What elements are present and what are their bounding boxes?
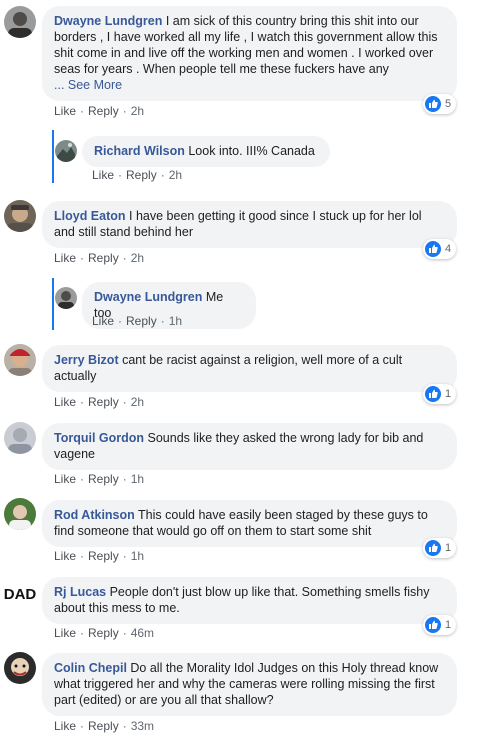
comment-text: Look into. III% Canada (188, 144, 315, 158)
comment-author[interactable]: Jerry Bizot (54, 353, 119, 367)
reply-thread-line (52, 278, 54, 330)
comment-time[interactable]: 46m (131, 626, 154, 640)
comment-author[interactable]: Colin Chepil (54, 661, 127, 675)
comment-author[interactable]: Rod Atkinson (54, 508, 135, 522)
comment-actions: Like · Reply · 1h (54, 549, 145, 563)
avatar[interactable] (55, 140, 77, 162)
reaction-number: 1 (445, 542, 452, 554)
see-more-link[interactable]: ... See More (54, 78, 122, 92)
avatar[interactable] (4, 652, 36, 684)
comment-author[interactable]: Dwayne Lundgren (54, 14, 162, 28)
like-link[interactable]: Like (54, 395, 76, 409)
comment-author[interactable]: Dwayne Lundgren (94, 290, 202, 304)
like-link[interactable]: Like (54, 251, 76, 265)
like-link[interactable]: Like (54, 104, 76, 118)
comment-actions: Like · Reply · 2h (54, 395, 145, 409)
comment-bubble: Rod Atkinson This could have easily been… (42, 500, 457, 547)
avatar[interactable] (4, 498, 36, 530)
thumbs-up-icon (425, 241, 441, 257)
comment-author[interactable]: Richard Wilson (94, 144, 185, 158)
reaction-count[interactable]: 1 (423, 615, 457, 635)
like-link[interactable]: Like (92, 168, 114, 182)
thumbs-up-icon (425, 96, 441, 112)
comment-actions: Like · Reply · 2h (92, 168, 183, 182)
comment-bubble: Dwayne Lundgren I am sick of this countr… (42, 6, 457, 101)
comment-author[interactable]: Rj Lucas (54, 585, 106, 599)
reaction-number: 1 (445, 388, 452, 400)
comment-author[interactable]: Torquil Gordon (54, 431, 144, 445)
reply-link[interactable]: Reply (88, 251, 119, 265)
reaction-number: 4 (445, 243, 452, 255)
reaction-number: 5 (445, 98, 452, 110)
reply-link[interactable]: Reply (88, 626, 119, 640)
comment-time[interactable]: 33m (131, 719, 154, 733)
like-link[interactable]: Like (54, 626, 76, 640)
avatar[interactable] (4, 344, 36, 376)
comment-actions: Like · Reply · 46m (54, 626, 155, 640)
reply-link[interactable]: Reply (88, 104, 119, 118)
like-link[interactable]: Like (54, 472, 76, 486)
comment-actions: Like · Reply · 2h (54, 251, 145, 265)
reply-link[interactable]: Reply (88, 549, 119, 563)
avatar[interactable] (4, 6, 36, 38)
reply-link[interactable]: Reply (126, 168, 157, 182)
avatar[interactable] (55, 287, 77, 309)
reaction-count[interactable]: 1 (423, 384, 457, 404)
reaction-count[interactable]: 5 (423, 94, 457, 114)
comment-time[interactable]: 2h (131, 395, 144, 409)
comment-bubble: Rj Lucas People don't just blow up like … (42, 577, 457, 624)
comment-actions: Like · Reply · 2h (54, 104, 145, 118)
comment-time[interactable]: 2h (131, 251, 144, 265)
reply-link[interactable]: Reply (126, 314, 157, 328)
reply-link[interactable]: Reply (88, 472, 119, 486)
comment-actions: Like · Reply · 33m (54, 719, 155, 733)
comment-time[interactable]: 2h (131, 104, 144, 118)
comment-bubble: Colin Chepil Do all the Morality Idol Ju… (42, 653, 457, 716)
comment-bubble: Torquil Gordon Sounds like they asked th… (42, 423, 457, 470)
reaction-number: 1 (445, 619, 452, 631)
comment-text: People don't just blow up like that. Som… (54, 585, 430, 615)
like-link[interactable]: Like (54, 719, 76, 733)
reply-link[interactable]: Reply (88, 395, 119, 409)
like-link[interactable]: Like (92, 314, 114, 328)
comment-author[interactable]: Lloyd Eaton (54, 209, 126, 223)
reply-thread-line (52, 130, 54, 183)
comment-bubble: Lloyd Eaton I have been getting it good … (42, 201, 457, 248)
comment-time[interactable]: 1h (131, 549, 144, 563)
comment-bubble: Jerry Bizot cant be racist against a rel… (42, 345, 457, 392)
avatar[interactable]: DAD (4, 576, 36, 608)
comment-actions: Like · Reply · 1h (54, 472, 145, 486)
like-link[interactable]: Like (54, 549, 76, 563)
thumbs-up-icon (425, 540, 441, 556)
reaction-count[interactable]: 4 (423, 239, 457, 259)
thumbs-up-icon (425, 617, 441, 633)
comment-time[interactable]: 2h (169, 168, 182, 182)
comment-time[interactable]: 1h (131, 472, 144, 486)
reaction-count[interactable]: 1 (423, 538, 457, 558)
comment-time[interactable]: 1h (169, 314, 182, 328)
thumbs-up-icon (425, 386, 441, 402)
comment-actions: Like · Reply · 1h (92, 314, 183, 328)
avatar[interactable] (4, 422, 36, 454)
avatar[interactable] (4, 200, 36, 232)
comment-bubble: Richard Wilson Look into. III% Canada (82, 136, 330, 167)
svg-text:DAD: DAD (4, 586, 36, 603)
reply-link[interactable]: Reply (88, 719, 119, 733)
